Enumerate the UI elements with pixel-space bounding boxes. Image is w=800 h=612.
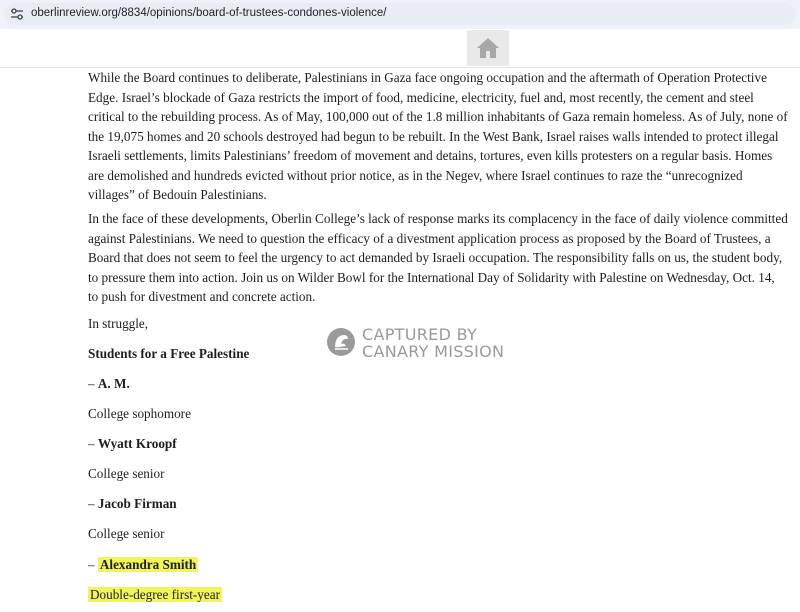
- home-button[interactable]: [467, 30, 509, 66]
- signatory-name-text: Wyatt Kroopf: [97, 436, 177, 451]
- browser-address-bar: oberlinreview.org/8834/opinions/board-of…: [0, 0, 800, 30]
- signatory-role: College sophomore: [88, 406, 191, 421]
- site-header: [0, 29, 800, 68]
- signatory-name: – Jacob Firman: [88, 494, 177, 514]
- url-text[interactable]: oberlinreview.org/8834/opinions/board-of…: [31, 7, 386, 19]
- dash: –: [88, 496, 95, 511]
- highlighted-signatory-name: Alexandra Smith: [97, 557, 199, 572]
- article-paragraph: While the Board continues to deliberate,…: [88, 70, 788, 202]
- canary-logo-icon: [327, 328, 355, 356]
- signatory-role: College senior: [88, 466, 165, 481]
- article-paragraph: In the face of these developments, Oberl…: [88, 211, 788, 304]
- dash: –: [88, 436, 95, 451]
- dash: –: [88, 376, 95, 391]
- url-field[interactable]: oberlinreview.org/8834/opinions/board-of…: [4, 3, 796, 25]
- watermark-text: CANARY MISSION: [362, 342, 505, 361]
- signatory-name-text: A. M.: [97, 376, 130, 391]
- signatory-name: – Alexandra Smith: [88, 555, 199, 575]
- site-settings-icon[interactable]: [10, 8, 24, 20]
- closing-line: In struggle,: [88, 316, 149, 331]
- group-name: Students for a Free Palestine: [88, 346, 250, 361]
- dash: –: [88, 557, 95, 572]
- home-icon: [477, 38, 499, 58]
- signatory-name-text: Jacob Firman: [97, 496, 177, 511]
- canary-mission-watermark: CAPTURED BY CANARY MISSION: [326, 325, 516, 361]
- signatory-role: College senior: [88, 526, 165, 541]
- signatory-name: – A. M.: [88, 374, 130, 394]
- signatory-name: – Wyatt Kroopf: [88, 434, 177, 454]
- highlighted-signatory-role: Double-degree first-year: [88, 587, 222, 602]
- signatory-role: Double-degree first-year: [88, 585, 222, 605]
